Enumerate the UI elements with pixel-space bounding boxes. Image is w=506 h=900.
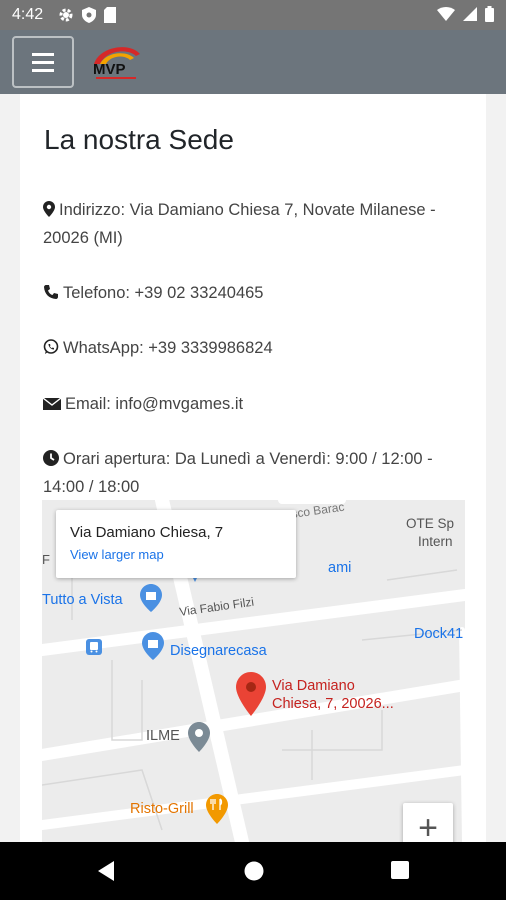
shield-icon xyxy=(82,7,96,23)
email-text: Email: info@mvgames.it xyxy=(65,395,244,413)
wifi-icon xyxy=(437,7,455,21)
navigation-bar xyxy=(0,842,506,900)
menu-button[interactable] xyxy=(12,36,74,88)
location-pin-icon[interactable] xyxy=(236,672,266,716)
page-title: La nostra Sede xyxy=(44,124,234,155)
map-edge-label: F xyxy=(42,552,50,567)
status-icons-left xyxy=(58,7,116,23)
shopping-bag-icon[interactable] xyxy=(142,632,164,660)
hamburger-icon-line xyxy=(32,60,54,64)
poi-label-ote-2: Intern xyxy=(418,534,453,549)
clock-icon xyxy=(43,450,59,466)
battery-icon xyxy=(485,6,494,22)
app-header: MVP xyxy=(0,30,506,94)
poi-label-risto-grill[interactable]: Risto-Grill xyxy=(130,801,194,817)
pin-label-line2: Chiesa, 7, 20026... xyxy=(272,696,394,712)
address-text: Indirizzo: Via Damiano Chiesa 7, Novate … xyxy=(43,201,436,247)
hours-text: Orari apertura: Da Lunedì a Venerdì: 9:0… xyxy=(43,450,433,496)
whatsapp-row: WhatsApp: +39 3339986824 xyxy=(43,334,463,362)
popup-title: Via Damiano Chiesa, 7 xyxy=(70,524,224,541)
logo-text: MVP xyxy=(93,61,126,78)
status-bar: 4:42 xyxy=(0,0,506,30)
phone-row: Telefono: +39 02 33240465 xyxy=(43,279,463,307)
hours-row: Orari apertura: Da Lunedì a Venerdì: 9:0… xyxy=(43,445,463,501)
back-icon[interactable] xyxy=(96,860,116,882)
zoom-in-button[interactable]: + xyxy=(403,803,453,842)
hamburger-icon-line xyxy=(32,52,54,56)
poi-label-tutto-a-vista[interactable]: Tutto a Vista xyxy=(42,592,123,608)
map-info-popup: Via Damiano Chiesa, 7 View larger map xyxy=(56,510,296,578)
view-larger-map-link[interactable]: View larger map xyxy=(70,547,282,562)
hamburger-icon-line xyxy=(32,68,54,72)
home-icon[interactable] xyxy=(243,860,265,882)
email-row: Email: info@mvgames.it xyxy=(43,390,463,418)
address-row: Indirizzo: Via Damiano Chiesa 7, Novate … xyxy=(43,196,463,252)
phone-text: Telefono: +39 02 33240465 xyxy=(63,284,264,302)
poi-label-ilme[interactable]: ILME xyxy=(146,728,180,744)
status-time: 4:42 xyxy=(12,6,44,23)
sd-card-icon xyxy=(104,7,116,23)
envelope-icon xyxy=(43,397,61,410)
poi-label-ote: OTE Sp xyxy=(406,516,455,531)
status-icons-right xyxy=(437,6,494,22)
embedded-map[interactable]: sco Barac Via Fabio Filzi Tutto a Vista … xyxy=(42,500,465,842)
restaurant-icon[interactable] xyxy=(206,794,228,824)
mvp-logo[interactable]: MVP xyxy=(90,42,144,82)
cellular-icon xyxy=(463,7,477,21)
shopping-bag-icon[interactable] xyxy=(140,584,162,612)
poi-marker-icon[interactable] xyxy=(188,722,210,752)
whatsapp-text: WhatsApp: +39 3339986824 xyxy=(63,339,273,357)
poi-label-disegnarecasa[interactable]: Disegnarecasa xyxy=(170,643,267,659)
poi-label-games[interactable]: ami xyxy=(328,560,351,576)
map-marker-icon xyxy=(43,201,55,217)
bus-stop-icon[interactable] xyxy=(86,639,102,655)
recent-apps-icon[interactable] xyxy=(390,860,410,880)
gear-icon xyxy=(59,8,73,22)
pin-label-line1: Via Damiano xyxy=(272,678,355,694)
content-card: La nostra Sede Indirizzo: Via Damiano Ch… xyxy=(20,94,486,842)
phone-icon xyxy=(44,285,58,299)
whatsapp-icon xyxy=(43,339,59,354)
poi-label-dock41[interactable]: Dock41 xyxy=(414,626,463,642)
